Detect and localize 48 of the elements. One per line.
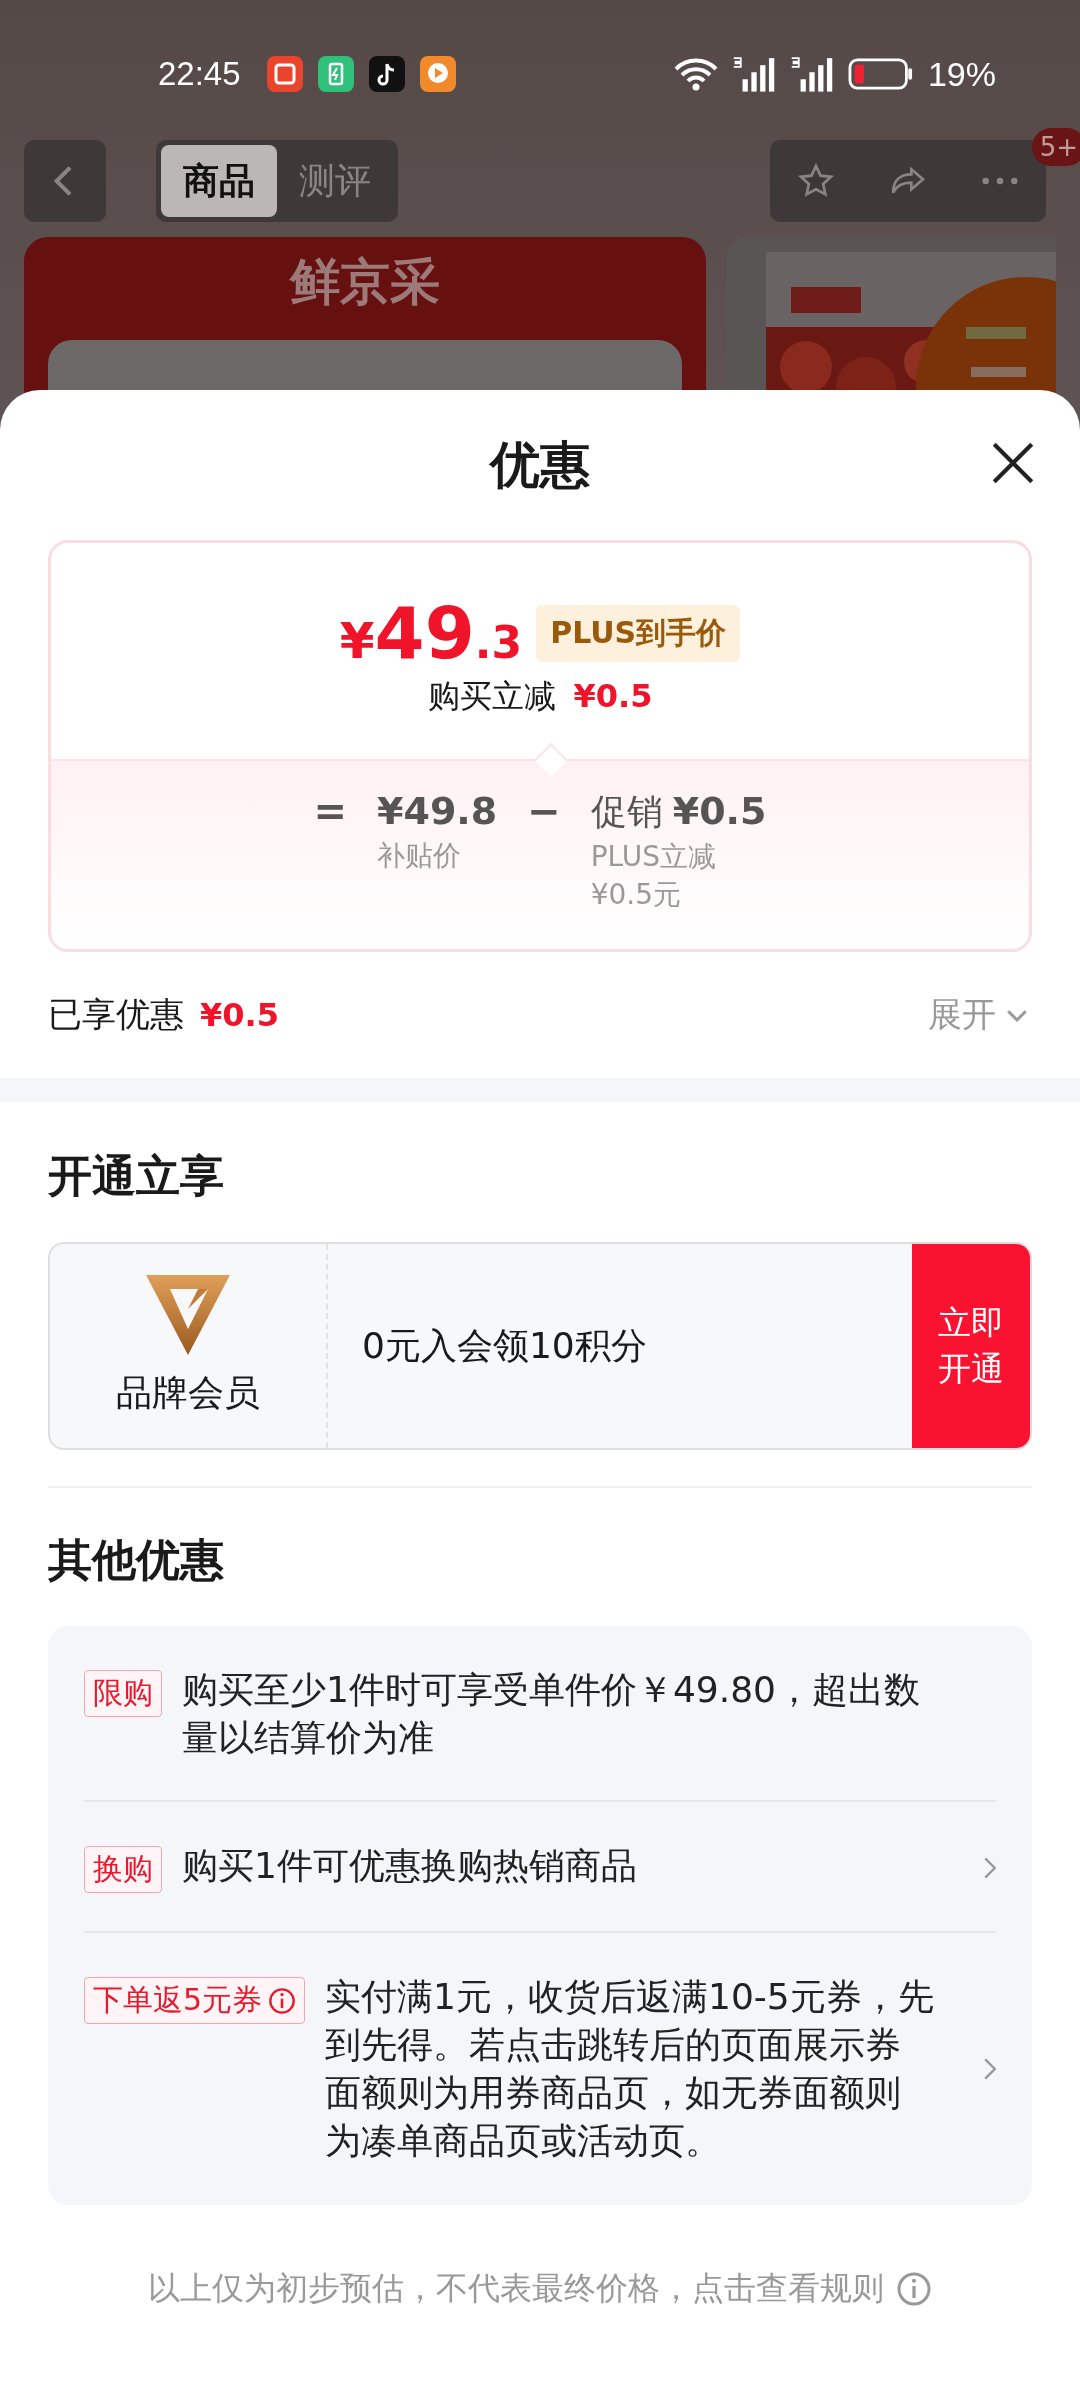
operator-sign: = bbox=[313, 787, 347, 836]
term-amount: ¥0.5 bbox=[672, 788, 767, 835]
plus-price-tag: PLUS到手价 bbox=[536, 604, 741, 662]
chevron-right-icon[interactable] bbox=[984, 1856, 996, 1879]
info-icon[interactable] bbox=[896, 2271, 932, 2307]
sheet-title: 优惠 bbox=[490, 434, 590, 496]
battery-percent: 19% bbox=[927, 54, 996, 94]
offer-text: 购买至少1件时可享受单件价￥49.80，超出数量以结算价为准 bbox=[182, 1668, 921, 1760]
tab[interactable]: 测评 bbox=[277, 145, 393, 217]
wifi-icon bbox=[673, 57, 718, 91]
final-price: ¥49.3 bbox=[339, 591, 523, 675]
saved-amount: ¥0.5 bbox=[200, 996, 279, 1034]
app-icon bbox=[266, 56, 303, 92]
signal-icon bbox=[731, 56, 776, 92]
term-amount: ¥49.8 bbox=[377, 788, 498, 835]
operator-sign: − bbox=[527, 787, 561, 836]
offer-tag: 换购 bbox=[84, 1846, 162, 1893]
term-caption: PLUS立减 bbox=[590, 839, 718, 875]
membership-name: 品牌会员 bbox=[116, 1370, 260, 1415]
more-icon bbox=[982, 177, 1018, 185]
v-logo-icon bbox=[146, 1274, 230, 1355]
disclaimer-text: 以上仅为初步预估，不代表最终价格，点击查看规则 bbox=[148, 2268, 884, 2309]
offer-tag: 限购 bbox=[84, 1670, 162, 1717]
offer-text: 购买1件可优惠换购热销商品 bbox=[182, 1844, 638, 1888]
banner-title: 鲜京采 bbox=[288, 252, 441, 313]
saved-label: 已享优惠 bbox=[48, 993, 184, 1036]
play-icon bbox=[419, 56, 456, 92]
notification-badge: 5+ bbox=[1031, 128, 1080, 166]
chevron-right-icon[interactable] bbox=[984, 2058, 996, 2080]
section-heading: 开通立享 bbox=[47, 1149, 225, 1203]
tab[interactable]: 商品 bbox=[161, 145, 277, 217]
term-caption: 补贴价 bbox=[377, 838, 462, 874]
signal-icon bbox=[789, 56, 834, 92]
offer-text: 实付满1元，收货后返满10-5元券，先到先得。若点击跳转后的页面展示券面额则为用券商品页，如无券面额则为凑单商品页或活动页。 bbox=[325, 1975, 935, 2163]
term-caption: ¥0.5元 bbox=[590, 877, 683, 913]
discount-amount: ¥0.5 bbox=[573, 677, 653, 715]
battery-icon bbox=[847, 58, 914, 90]
term-label: 促销 bbox=[590, 790, 663, 834]
clock-time: 22:45 bbox=[158, 55, 241, 93]
discount-label: 购买立减 bbox=[427, 676, 556, 717]
battery-app-icon bbox=[317, 56, 354, 92]
expand-button[interactable]: 展开 bbox=[928, 992, 1032, 1038]
back-button[interactable] bbox=[24, 140, 106, 222]
music-note-icon bbox=[368, 56, 405, 92]
section-heading: 其他优惠 bbox=[47, 1533, 225, 1587]
join-button[interactable]: 立即开通 bbox=[912, 1244, 1030, 1448]
offer-tag: 下单返5元券 bbox=[84, 1977, 306, 2024]
membership-offer: 0元入会领10积分 bbox=[361, 1323, 648, 1368]
